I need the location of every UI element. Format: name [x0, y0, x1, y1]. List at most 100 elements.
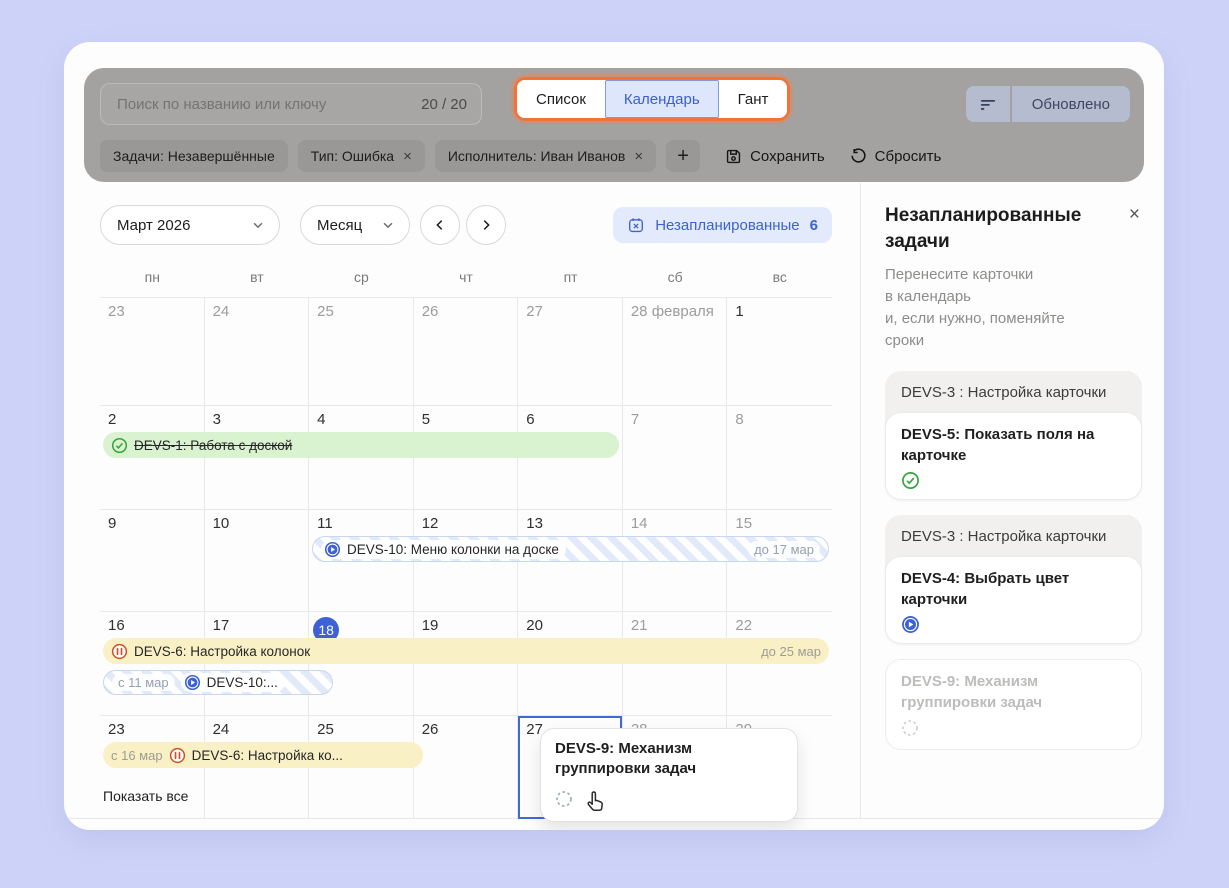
- tab-calendar[interactable]: Календарь: [604, 80, 719, 118]
- day-cell[interactable]: 9: [100, 510, 205, 612]
- parent-task-label: DEVS-3 : Настройка карточки: [901, 528, 1107, 546]
- weekday-label: ср: [354, 269, 369, 285]
- main-content: Март 2026 Месяц Незапланированные 6 пн в…: [64, 183, 1164, 822]
- event-from-label: с 16 мар: [111, 747, 163, 763]
- weekday-label: пн: [144, 269, 160, 285]
- event-until-label: до 25 мар: [761, 643, 821, 659]
- view-mode-select[interactable]: Месяц: [300, 205, 410, 245]
- day-cell[interactable]: 7: [622, 406, 728, 510]
- show-all-link[interactable]: Показать все: [103, 788, 188, 804]
- day-cell[interactable]: 19: [413, 612, 519, 716]
- next-month-button[interactable]: [466, 205, 506, 245]
- day-cell[interactable]: 1: [727, 298, 832, 406]
- day-number: 15: [735, 515, 753, 532]
- chevron-down-icon: [251, 218, 265, 232]
- day-cell[interactable]: 26: [413, 298, 519, 406]
- reset-button-label: Сбросить: [874, 147, 942, 165]
- day-cell[interactable]: 27: [518, 298, 623, 406]
- day-cell[interactable]: 2: [100, 406, 205, 510]
- task-group: DEVS-3 : Настройка карточки DEVS-4: Выбр…: [885, 515, 1142, 645]
- filter-chip-assignee[interactable]: Исполнитель: Иван Иванов ×: [434, 140, 657, 172]
- calendar-grid: 23 24 25 26 27 28 февраля 1 2 3 4 5 6 7 …: [100, 298, 832, 822]
- play-circle-icon: [901, 615, 1126, 634]
- day-number: 9: [108, 515, 117, 532]
- day-number: 23: [108, 303, 125, 320]
- task-card-title: DEVS-4: Выбрать цвет карточки: [901, 570, 1070, 609]
- view-mode-value: Месяц: [317, 216, 363, 234]
- updated-button[interactable]: Обновлено: [1011, 86, 1130, 122]
- event-title: DEVS-10:...: [206, 675, 278, 690]
- filter-chip-label: Задачи: Незавершённые: [113, 148, 275, 164]
- reset-filters-button[interactable]: Сбросить: [849, 147, 942, 166]
- event-devs10-continued[interactable]: с 11 мар DEVS-10:...: [103, 670, 333, 695]
- chevron-down-icon: [381, 218, 395, 232]
- unplanned-status-icon: [555, 790, 573, 808]
- calendar-panel: Март 2026 Месяц Незапланированные 6 пн в…: [64, 183, 860, 822]
- remove-filter-icon[interactable]: ×: [634, 149, 643, 164]
- day-number: 26: [421, 721, 439, 738]
- tab-list[interactable]: Список: [517, 80, 605, 118]
- unplanned-badge-label: Незапланированные: [655, 216, 800, 234]
- day-cell[interactable]: 8: [727, 406, 832, 510]
- save-button-label: Сохранить: [750, 147, 825, 165]
- day-cell[interactable]: 20: [518, 612, 623, 716]
- day-cell[interactable]: 28 февраля: [622, 298, 728, 406]
- weekday-label: сб: [667, 269, 683, 285]
- filter-chip-tasks[interactable]: Задачи: Незавершённые: [100, 140, 288, 172]
- day-cell[interactable]: 21: [622, 612, 728, 716]
- day-cell-today[interactable]: 18: [309, 612, 414, 716]
- day-cell[interactable]: 17: [204, 612, 310, 716]
- play-circle-icon: [324, 541, 341, 558]
- view-tabs-highlight: Список Календарь Гант: [514, 77, 791, 121]
- task-card-title: DEVS-9: Механизм группировки задач: [901, 673, 1043, 712]
- day-number: 3: [212, 411, 221, 428]
- day-cell[interactable]: 6: [518, 406, 623, 510]
- event-devs6-paused[interactable]: DEVS-6: Настройка колонок до 25 мар: [103, 638, 829, 664]
- updated-control: Обновлено: [965, 86, 1130, 122]
- search-input[interactable]: [115, 94, 414, 114]
- add-filter-button[interactable]: +: [666, 140, 701, 172]
- dragged-task-card[interactable]: DEVS-9: Механизм группировки задач: [540, 728, 798, 822]
- unplanned-badge[interactable]: Незапланированные 6: [613, 207, 832, 243]
- task-card-devs5[interactable]: DEVS-5: Показать поля на карточке: [885, 412, 1142, 501]
- event-devs6-continued[interactable]: с 16 мар DEVS-6: Настройка ко...: [103, 742, 423, 768]
- calendar-toolbar: Март 2026 Месяц Незапланированные 6: [100, 205, 832, 245]
- day-number: 26: [421, 303, 439, 320]
- day-cell[interactable]: 26: [414, 716, 519, 819]
- day-cell[interactable]: 10: [204, 510, 310, 612]
- remove-filter-icon[interactable]: ×: [403, 149, 412, 164]
- day-cell[interactable]: 16: [100, 612, 205, 716]
- event-devs10-planned[interactable]: DEVS-10: Меню колонки на доске до 17 мар: [312, 536, 829, 562]
- task-card-devs9-ghost: DEVS-9: Механизм группировки задач: [885, 659, 1142, 751]
- day-number: 13: [526, 515, 543, 532]
- hand-cursor-icon: [583, 790, 607, 814]
- day-number: 8: [735, 411, 744, 428]
- prev-month-button[interactable]: [420, 205, 460, 245]
- day-cell[interactable]: 5: [413, 406, 519, 510]
- day-cell[interactable]: 22: [727, 612, 832, 716]
- close-sidebar-button[interactable]: ×: [1127, 203, 1142, 226]
- filter-bar: Задачи: Незавершённые Тип: Ошибка × Испо…: [100, 139, 1130, 173]
- sidebar-description: Перенесите карточки в календарь и, если …: [885, 266, 1065, 349]
- day-cell[interactable]: 3: [204, 406, 310, 510]
- play-circle-icon: [184, 674, 201, 691]
- filter-chip-type[interactable]: Тип: Ошибка ×: [297, 140, 425, 172]
- task-card-devs4[interactable]: DEVS-4: Выбрать цвет карточки: [885, 556, 1142, 645]
- day-cell[interactable]: 24: [204, 298, 310, 406]
- reset-icon: [849, 147, 868, 166]
- tab-gantt[interactable]: Гант: [718, 80, 788, 118]
- sort-button[interactable]: [965, 86, 1010, 122]
- day-cell[interactable]: 25: [309, 298, 414, 406]
- day-cell[interactable]: 23: [100, 298, 205, 406]
- task-group: DEVS-3 : Настройка карточки DEVS-5: Пока…: [885, 371, 1142, 501]
- weekday-label: вс: [772, 269, 787, 285]
- day-number: 4: [317, 411, 326, 428]
- day-cell[interactable]: 4: [309, 406, 414, 510]
- search-counter: 20 / 20: [421, 95, 467, 113]
- month-select[interactable]: Март 2026: [100, 205, 280, 245]
- pause-circle-icon: [169, 747, 186, 764]
- event-devs1-done[interactable]: DEVS-1: Работа с доской: [103, 432, 619, 458]
- search-field[interactable]: 20 / 20: [100, 83, 482, 125]
- save-filters-button[interactable]: Сохранить: [724, 147, 825, 166]
- day-number: 2: [108, 411, 117, 428]
